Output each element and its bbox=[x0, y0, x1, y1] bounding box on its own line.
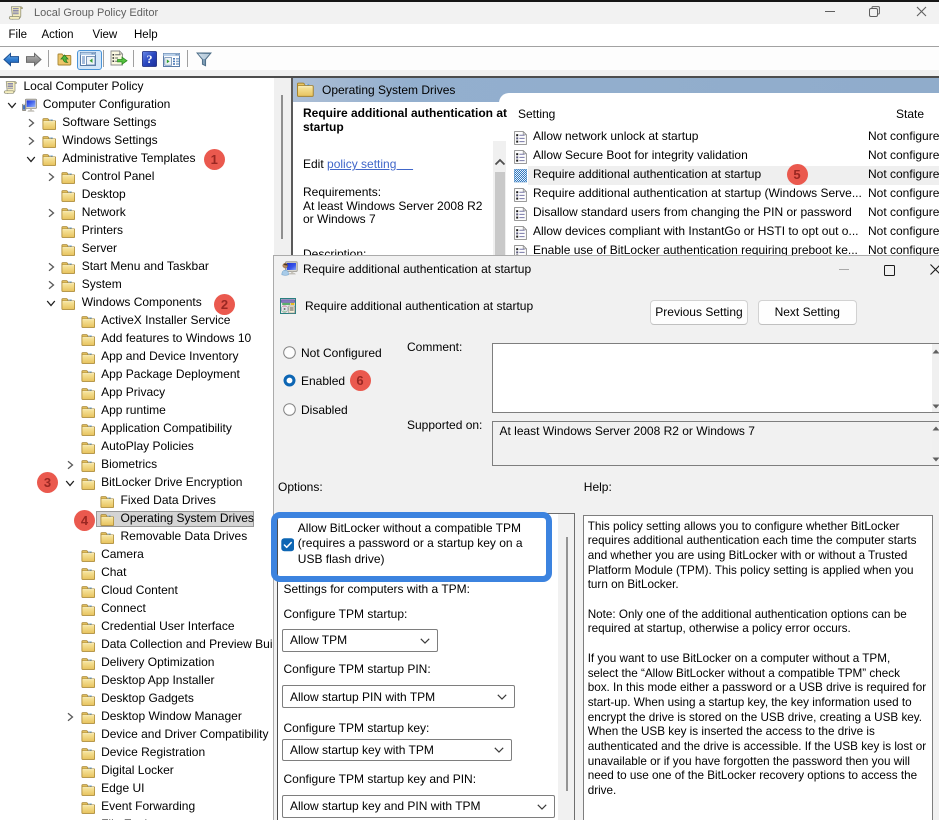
svg-text:?: ? bbox=[147, 52, 153, 66]
